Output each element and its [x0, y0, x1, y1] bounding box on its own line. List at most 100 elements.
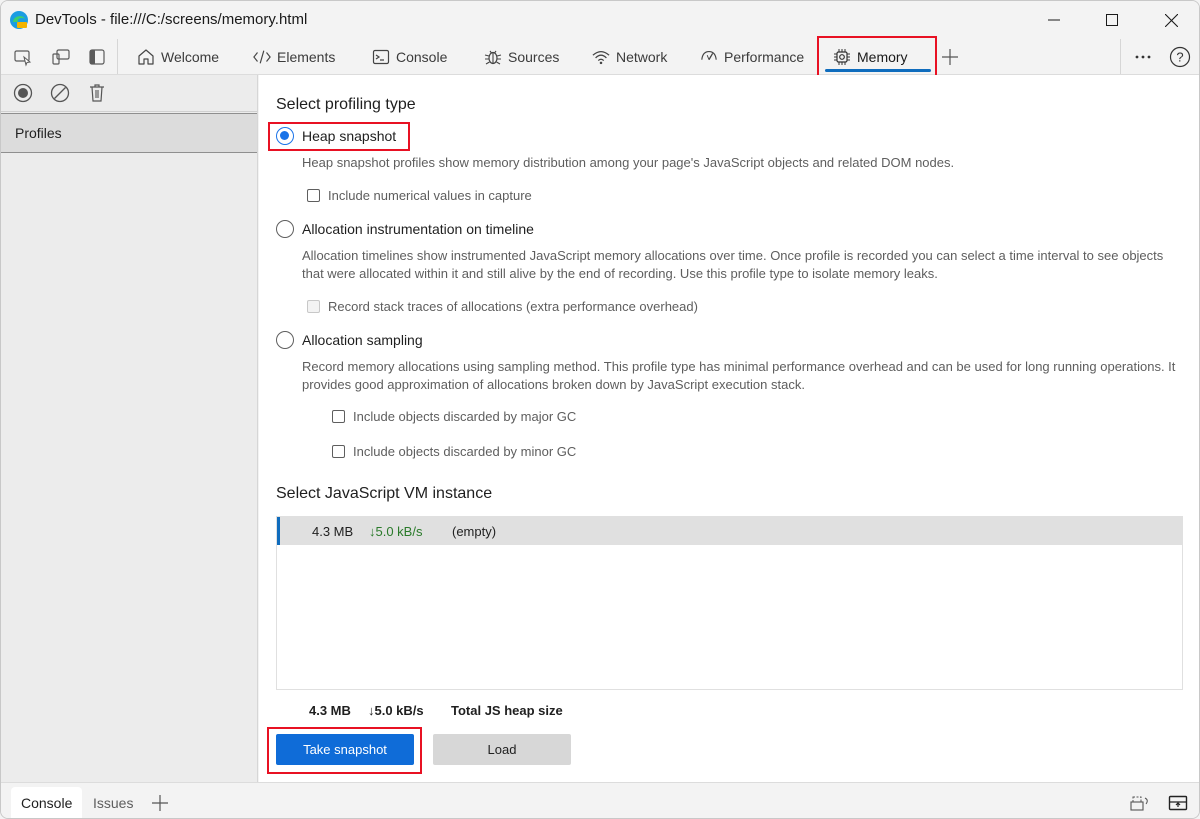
inspect-element-icon: [14, 50, 32, 67]
vm-instance-list: 4.3 MB ↓5.0 kB/s (empty): [276, 516, 1183, 690]
trash-icon: [90, 84, 104, 102]
toolbar-separator: [117, 39, 118, 74]
allocation-timeline-description: Allocation timelines show instrumented J…: [302, 248, 1164, 281]
vm-instance-row[interactable]: 4.3 MB ↓5.0 kB/s (empty): [277, 517, 1182, 545]
memory-panel: Select profiling type Heap snapshot Heap…: [259, 75, 1199, 782]
tab-sources[interactable]: Sources: [484, 39, 559, 74]
include-numerical-values-option[interactable]: Include numerical values in capture: [307, 188, 532, 203]
maximize-button[interactable]: [1083, 1, 1141, 39]
tab-label: Network: [616, 48, 668, 65]
gauge-icon: [700, 48, 718, 66]
profiles-sidebar: Profiles: [1, 75, 258, 782]
wifi-icon: [592, 48, 610, 66]
title-bar: DevTools - file:///C:/screens/memory.htm…: [1, 1, 1199, 39]
include-minor-gc-checkbox[interactable]: [332, 445, 345, 458]
home-icon: [137, 48, 155, 66]
checkbox-label: Include objects discarded by major GC: [353, 409, 577, 424]
drawer-tab-issues[interactable]: Issues: [83, 787, 143, 818]
tab-label: Sources: [508, 48, 560, 65]
heap-snapshot-radio[interactable]: [276, 127, 294, 145]
checkbox-label: Record stack traces of allocations (extr…: [328, 299, 698, 314]
load-button[interactable]: Load: [433, 734, 571, 765]
tab-elements[interactable]: Elements: [253, 39, 335, 74]
drawer-toolbar: Console Issues: [1, 782, 1199, 818]
option-allocation-timeline[interactable]: Allocation instrumentation on timeline: [276, 220, 534, 238]
tab-label: Welcome: [161, 48, 220, 65]
sidebar-toolbar: [1, 75, 257, 112]
sidebar-item-profiles[interactable]: Profiles: [1, 113, 257, 153]
clear-icon: [50, 83, 70, 103]
allocation-sampling-label: Allocation sampling: [302, 332, 423, 348]
maximize-icon: [1106, 14, 1118, 26]
minimize-icon: [1048, 19, 1060, 21]
toolbar-separator: [1120, 39, 1121, 74]
tab-welcome[interactable]: Welcome: [137, 39, 219, 74]
dock-side-icon: [89, 49, 105, 65]
edge-dev-logo-icon: [10, 11, 28, 29]
tab-network[interactable]: Network: [592, 39, 667, 74]
active-tab-indicator: [825, 69, 931, 72]
include-major-gc-option[interactable]: Include objects discarded by major GC: [332, 409, 576, 424]
plus-icon: [152, 795, 168, 811]
tab-console[interactable]: Console: [372, 39, 447, 74]
add-tab-button[interactable]: [941, 39, 959, 74]
minimize-button[interactable]: [1025, 1, 1083, 39]
record-button[interactable]: [13, 83, 33, 103]
clear-profiles-button[interactable]: [50, 83, 70, 103]
record-stack-traces-checkbox: [307, 300, 320, 313]
more-tools-button[interactable]: [1134, 39, 1152, 74]
close-button[interactable]: [1142, 1, 1199, 39]
delete-button[interactable]: [87, 83, 107, 103]
device-emulation-button[interactable]: [51, 47, 71, 67]
profiling-type-heading: Select profiling type: [276, 96, 416, 113]
chip-icon: [833, 48, 851, 66]
checkbox-label: Include numerical values in capture: [328, 188, 532, 203]
code-icon: [253, 48, 271, 66]
total-heap-size: 4.3 MB: [309, 703, 351, 718]
option-heap-snapshot[interactable]: Heap snapshot: [276, 127, 396, 145]
more-icon: [1135, 55, 1151, 58]
drawer-add-tab-button[interactable]: [141, 787, 179, 818]
include-numerical-values-checkbox[interactable]: [307, 189, 320, 202]
console-icon: [372, 48, 390, 66]
vm-instance-name: (empty): [452, 524, 497, 539]
heap-snapshot-label: Heap snapshot: [302, 128, 397, 144]
tab-label: Elements: [277, 48, 336, 65]
close-icon: [1164, 13, 1178, 27]
profiles-label: Profiles: [15, 125, 62, 141]
expand-up-icon: [1168, 795, 1188, 811]
take-snapshot-button[interactable]: Take snapshot: [276, 734, 414, 765]
include-major-gc-checkbox[interactable]: [332, 410, 345, 423]
vm-instance-heading: Select JavaScript VM instance: [276, 485, 493, 502]
svg-text:?: ?: [1176, 49, 1183, 64]
allocation-sampling-radio[interactable]: [276, 331, 294, 349]
undock-icon: [1130, 796, 1148, 811]
tab-label: Console: [396, 48, 448, 65]
plus-icon: [942, 48, 958, 65]
record-stack-traces-option: Record stack traces of allocations (extr…: [307, 299, 698, 314]
total-heap-rate: ↓5.0 kB/s: [368, 703, 424, 718]
devtools-window: DevTools - file:///C:/screens/memory.htm…: [0, 0, 1200, 819]
device-emulation-icon: [52, 49, 70, 65]
checkbox-label: Include objects discarded by minor GC: [353, 444, 577, 459]
devtools-toolbar: Welcome Elements Console Sources Network…: [1, 39, 1199, 75]
inspect-element-button[interactable]: [13, 47, 33, 67]
allocation-sampling-description: Record memory allocations using sampling…: [302, 359, 1176, 392]
collapse-drawer-button[interactable]: [1158, 787, 1198, 818]
total-heap-label: Total JS heap size: [451, 703, 563, 718]
dock-side-button[interactable]: [87, 47, 107, 67]
help-icon: ?: [1169, 46, 1191, 67]
undock-drawer-button[interactable]: [1119, 787, 1161, 818]
option-allocation-sampling[interactable]: Allocation sampling: [276, 331, 423, 349]
tab-label: Performance: [724, 48, 805, 65]
bug-icon: [484, 48, 502, 66]
tab-performance[interactable]: Performance: [700, 39, 804, 74]
allocation-timeline-label: Allocation instrumentation on timeline: [302, 221, 534, 237]
drawer-tab-console[interactable]: Console: [11, 787, 83, 818]
window-title: DevTools - file:///C:/screens/memory.htm…: [35, 11, 308, 28]
allocation-timeline-radio[interactable]: [276, 220, 294, 238]
heap-snapshot-description: Heap snapshot profiles show memory distr…: [302, 155, 955, 170]
include-minor-gc-option[interactable]: Include objects discarded by minor GC: [332, 444, 576, 459]
help-button[interactable]: ?: [1169, 39, 1191, 74]
vm-heap-size: 4.3 MB: [312, 524, 354, 539]
